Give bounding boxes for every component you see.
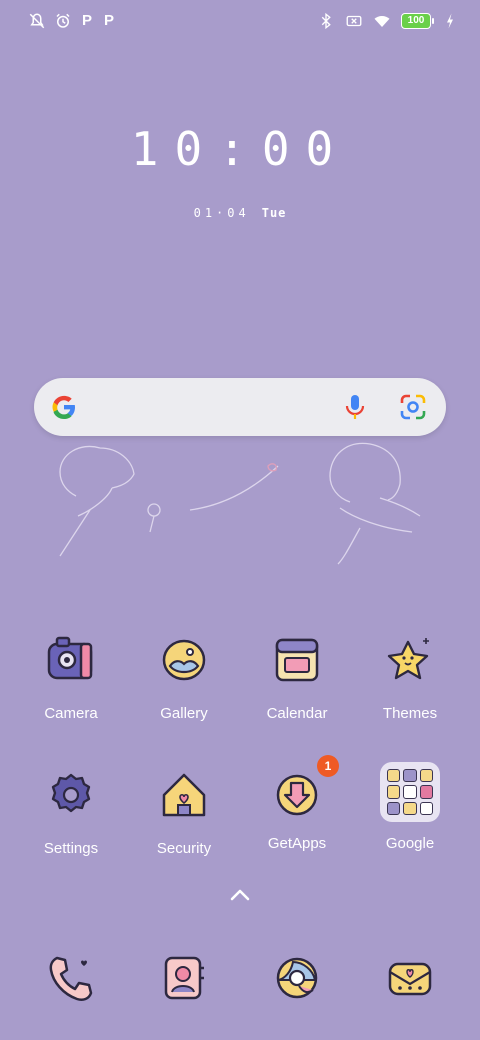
themes-star-icon (387, 638, 429, 680)
dock-phone[interactable] (21, 950, 121, 1011)
app-calendar[interactable]: Calendar (247, 632, 347, 722)
gallery-icon (162, 639, 206, 681)
browser-icon (276, 957, 318, 999)
settings-gear-icon (51, 773, 91, 813)
p-app-icon: P (81, 12, 92, 29)
notification-badge: 1 (317, 755, 339, 777)
status-bar: P P 100 (0, 0, 480, 44)
app-themes[interactable]: Themes (360, 632, 460, 722)
getapps-download-icon (276, 774, 318, 816)
google-logo-icon (52, 395, 75, 419)
folder-app-icon (419, 801, 433, 815)
app-label: GetApps (267, 835, 327, 852)
notifications-off-icon (29, 13, 45, 29)
folder-app-icon (387, 785, 401, 799)
app-gallery[interactable]: Gallery (134, 632, 234, 722)
calendar-icon (275, 638, 319, 682)
app-label: Themes (382, 705, 438, 722)
app-label: Camera (44, 705, 98, 722)
app-label: Settings (43, 840, 99, 857)
app-label: Security (156, 840, 212, 857)
app-getapps[interactable]: 1 GetApps (247, 755, 347, 852)
dock-messages[interactable] (360, 950, 460, 1011)
bluetooth-icon (321, 12, 331, 30)
folder-app-icon (387, 769, 401, 783)
dock-browser[interactable] (247, 950, 347, 1011)
battery-icon: 100 (401, 13, 434, 29)
charging-icon (447, 13, 453, 29)
app-security[interactable]: Security (134, 767, 234, 857)
no-sim-icon (346, 15, 362, 27)
app-label: Google (385, 835, 435, 852)
alarm-icon (56, 13, 70, 28)
folder-app-icon (403, 801, 417, 815)
status-bar-left: P P (28, 12, 116, 30)
date-text: 01·04 (193, 206, 250, 220)
clock-date[interactable]: 01·04 Tue (0, 206, 480, 220)
app-settings[interactable]: Settings (21, 767, 121, 857)
app-google-folder[interactable]: Google (360, 762, 460, 852)
battery-tip (432, 18, 434, 24)
chevron-up-icon[interactable] (229, 888, 251, 902)
folder-app-icon (403, 785, 417, 799)
p-app-icon: P (103, 12, 114, 29)
folder-app-icon (403, 769, 417, 783)
folder-app-icon (419, 785, 433, 799)
security-house-icon (162, 773, 206, 817)
app-label: Gallery (160, 705, 208, 722)
folder-app-icon (387, 801, 401, 815)
status-bar-right: 100 (317, 12, 456, 30)
phone-icon (49, 956, 93, 1001)
google-search-bar[interactable] (34, 378, 446, 436)
wifi-icon (374, 15, 390, 27)
google-lens-icon[interactable] (400, 394, 426, 420)
app-camera[interactable]: Camera (21, 632, 121, 722)
clock-time[interactable]: 10:00 (0, 122, 480, 176)
camera-icon (47, 636, 93, 680)
microphone-icon[interactable] (344, 393, 366, 421)
messages-icon (388, 962, 432, 996)
getapps-icon-wrap: 1 (269, 755, 339, 823)
dock-contacts[interactable] (134, 950, 234, 1011)
day-of-week: Tue (261, 206, 287, 220)
wallpaper-illustration (59, 442, 421, 565)
contacts-icon (164, 956, 204, 1000)
battery-level: 100 (401, 13, 431, 29)
google-folder-icon (380, 762, 440, 822)
app-label: Calendar (266, 705, 328, 722)
folder-app-icon (419, 769, 433, 783)
